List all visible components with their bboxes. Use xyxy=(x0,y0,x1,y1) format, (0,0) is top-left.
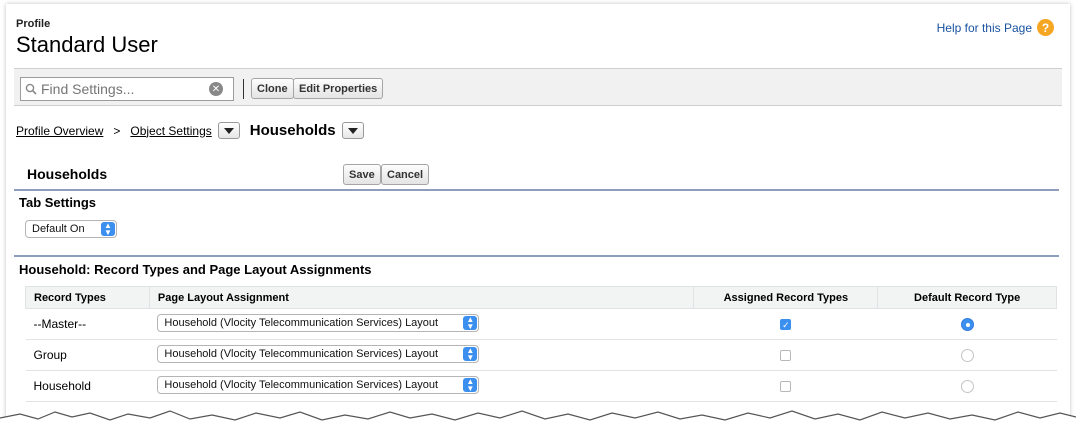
breadcrumb-profile-overview[interactable]: Profile Overview xyxy=(16,124,103,138)
cancel-button[interactable]: Cancel xyxy=(381,164,430,185)
page-layout-select[interactable]: Household (Vlocity Telecommunication Ser… xyxy=(157,375,480,394)
column-header: Default Record Type xyxy=(877,286,1057,309)
tab-settings-heading: Tab Settings xyxy=(19,195,97,210)
toolbar: ✕ Clone Edit Properties xyxy=(14,68,1062,106)
section-title: Households xyxy=(27,166,108,182)
tab-settings-select[interactable]: Default On ▲ ▼ xyxy=(25,220,117,238)
table-header-row: Record Types Page Layout Assignment Assi… xyxy=(25,286,1057,309)
record-types-heading: Household: Record Types and Page Layout … xyxy=(19,262,372,277)
select-arrows-icon: ▲ ▼ xyxy=(101,222,115,237)
breadcrumb-separator: > xyxy=(113,123,121,138)
page-layout-select[interactable]: Household (Vlocity Telecommunication Ser… xyxy=(157,344,480,363)
breadcrumb: Profile Overview > Object Settings House… xyxy=(16,122,364,139)
assigned-checkbox[interactable] xyxy=(780,381,792,393)
search-input[interactable] xyxy=(41,81,201,97)
page-layout-value: Household (Vlocity Telecommunication Ser… xyxy=(164,347,439,360)
record-type-name: --Master-- xyxy=(25,308,150,340)
chevron-down-icon xyxy=(223,127,234,134)
object-settings-dropdown[interactable] xyxy=(217,122,240,139)
record-type-name: Household xyxy=(25,370,150,402)
page-layout-select[interactable]: Household (Vlocity Telecommunication Ser… xyxy=(157,313,480,332)
section-divider xyxy=(14,189,1059,191)
breadcrumb-object-settings[interactable]: Object Settings xyxy=(130,124,211,138)
assigned-checkbox[interactable] xyxy=(780,350,792,362)
breadcrumb-current: Households xyxy=(249,122,336,139)
page-title: Standard User xyxy=(16,32,158,57)
edit-properties-button[interactable]: Edit Properties xyxy=(293,78,384,99)
record-type-name: Group xyxy=(25,339,150,371)
torn-edge-decoration xyxy=(0,410,1076,439)
table-row: Group Household (Vlocity Telecommunicati… xyxy=(25,339,1057,371)
clear-search-icon[interactable]: ✕ xyxy=(209,82,223,96)
households-dropdown[interactable] xyxy=(341,122,364,139)
page-header: Profile Standard User xyxy=(16,18,158,58)
default-radio[interactable] xyxy=(960,318,974,332)
default-radio[interactable] xyxy=(960,380,974,394)
toolbar-divider xyxy=(243,79,244,99)
record-types-divider xyxy=(14,255,1059,257)
record-types-table: Record Types Page Layout Assignment Assi… xyxy=(25,286,1057,402)
assigned-checkbox[interactable]: ✓ xyxy=(780,319,792,331)
page-layout-value: Household (Vlocity Telecommunication Ser… xyxy=(164,378,439,391)
help-link[interactable]: Help for this Page ? xyxy=(937,19,1054,36)
help-icon[interactable]: ? xyxy=(1037,19,1054,36)
help-link-label[interactable]: Help for this Page xyxy=(937,21,1032,35)
search-box[interactable]: ✕ xyxy=(20,77,234,101)
chevron-down-icon xyxy=(347,127,358,134)
column-header: Page Layout Assignment xyxy=(148,286,695,309)
page-layout-value: Household (Vlocity Telecommunication Ser… xyxy=(164,316,439,329)
select-arrows-icon: ▲ ▼ xyxy=(463,377,478,392)
select-arrows-icon: ▲ ▼ xyxy=(463,346,478,361)
search-icon xyxy=(21,83,41,95)
tab-settings-value: Default On xyxy=(32,223,85,235)
select-arrows-icon: ▲ ▼ xyxy=(463,315,478,330)
table-row: Household Household (Vlocity Telecommuni… xyxy=(25,370,1057,402)
page-kicker: Profile xyxy=(16,18,51,30)
column-header: Record Types xyxy=(25,286,150,309)
profile-page: Profile Standard User Help for this Page… xyxy=(6,4,1070,436)
column-header: Assigned Record Types xyxy=(693,286,879,309)
default-radio[interactable] xyxy=(960,349,974,363)
clone-button[interactable]: Clone xyxy=(251,78,294,99)
table-row: --Master-- Household (Vlocity Telecommun… xyxy=(25,308,1057,340)
save-button[interactable]: Save xyxy=(343,164,381,185)
